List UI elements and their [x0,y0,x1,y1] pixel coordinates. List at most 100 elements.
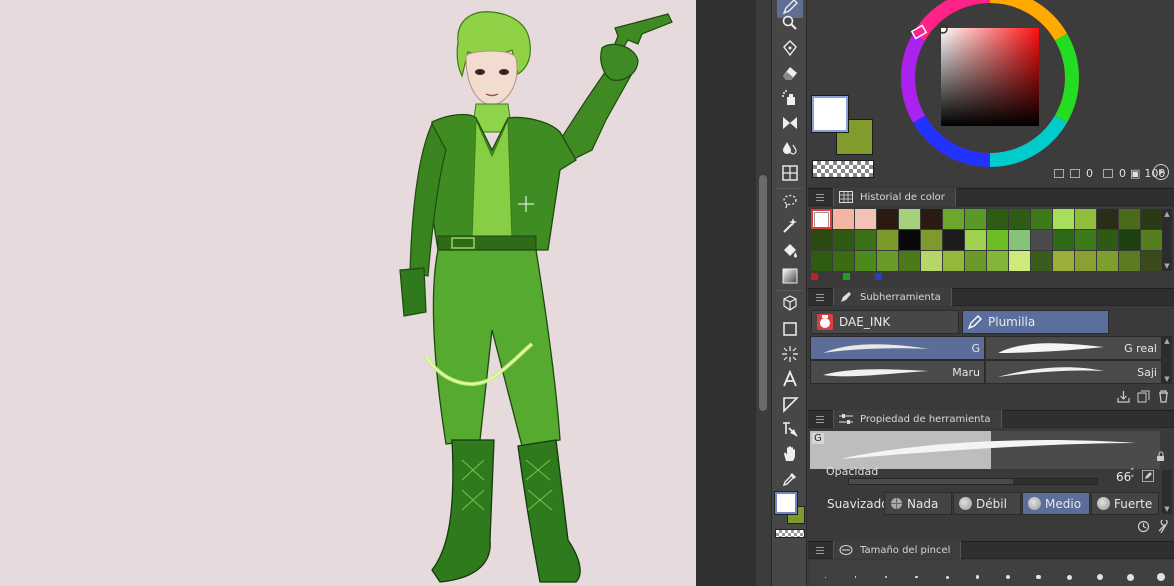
color-history-swatch[interactable] [1075,209,1096,229]
color-history-swatch[interactable] [1075,251,1096,271]
gradient-tool-button[interactable] [777,265,803,287]
color-history-swatch[interactable] [987,209,1008,229]
main-color-mini-swatch[interactable] [775,492,797,514]
smoothing-option-medio[interactable]: Medio [1022,492,1090,515]
3d-object-tool-button[interactable] [777,292,803,314]
color-history-swatch[interactable] [811,251,832,271]
color-history-swatch[interactable] [833,209,854,229]
color-history-swatch[interactable] [899,251,920,271]
delete-subtool-button[interactable] [1156,389,1170,403]
text-tool-button[interactable] [777,368,803,390]
color-history-swatch[interactable] [877,230,898,250]
frame-tool-button[interactable] [777,162,803,184]
brush-size-header[interactable]: Tamaño del pincel [808,541,1174,559]
opacity-settings-button[interactable] [1142,470,1154,482]
panel-menu-icon[interactable] [816,193,824,201]
color-history-swatch[interactable] [987,251,1008,271]
color-history-swatch[interactable] [1119,251,1140,271]
brush-saji[interactable]: Saji [985,360,1162,384]
color-wheel[interactable] [900,0,1090,168]
eraser-tool-button[interactable] [777,62,803,84]
color-history-swatch[interactable] [1053,230,1074,250]
brush-size-preset[interactable] [1024,560,1054,586]
brush-size-preset[interactable] [1085,560,1115,586]
property-settings-button[interactable] [1156,519,1170,533]
lock-button[interactable] [1154,449,1168,463]
tool-property-header[interactable]: Propiedad de herramienta [808,410,1174,428]
brush-size-preset[interactable] [932,560,962,586]
smoothing-option-debil[interactable]: Débil [953,492,1021,515]
brush-maru[interactable]: Maru [810,360,985,384]
color-history-swatch[interactable] [877,209,898,229]
color-history-swatch[interactable] [811,230,832,250]
color-history-swatch[interactable] [1009,251,1030,271]
panel-menu-icon[interactable] [816,546,824,554]
color-history-swatch[interactable] [1141,230,1162,250]
scroll-up-icon[interactable]: ▲ [1162,209,1172,219]
color-history-swatch[interactable] [1097,209,1118,229]
color-history-swatch[interactable] [855,251,876,271]
color-history-swatch[interactable] [987,230,1008,250]
opacity-value[interactable]: 66 [1116,470,1131,484]
color-history-swatch[interactable] [1097,251,1118,271]
brush-size-preset[interactable] [1146,560,1174,586]
hand-tool-button[interactable] [777,443,803,465]
canvas-vertical-scrollbar[interactable] [757,0,769,586]
color-history-swatch[interactable] [877,251,898,271]
color-history-swatch[interactable] [921,230,942,250]
zoom-tool-button[interactable] [777,12,803,34]
blend-tool-button[interactable] [777,137,803,159]
color-history-swatch[interactable] [833,251,854,271]
scroll-down-icon[interactable]: ▼ [1162,504,1172,514]
subtool-scrollbar[interactable]: ▲ ▼ [1162,336,1172,384]
opacity-stepper-icon[interactable]: ˄ ˅ [1130,469,1135,485]
color-history-swatch[interactable] [855,230,876,250]
brush-size-tab[interactable]: Tamaño del pincel [833,541,962,559]
color-history-swatch[interactable] [1119,230,1140,250]
property-scrollbar[interactable]: ▼ [1162,470,1172,514]
decoration-tool-button[interactable] [777,112,803,134]
color-history-header[interactable]: Historial de color [808,188,1174,206]
balloon-tool-button[interactable] [777,393,803,415]
brush-size-preset[interactable] [841,560,871,586]
reset-property-button[interactable] [1136,519,1150,533]
transparent-color-mini-swatch[interactable] [775,529,805,538]
panel-menu-icon[interactable] [816,415,824,423]
color-history-swatch[interactable] [921,209,942,229]
ruler-tool-button[interactable] [777,343,803,365]
color-history-swatch[interactable] [965,251,986,271]
color-history-swatch[interactable] [1031,209,1052,229]
color-history-swatch[interactable] [1031,251,1052,271]
brush-size-preset[interactable] [1115,560,1145,586]
brush-size-preset[interactable] [1054,560,1084,586]
color-history-swatch[interactable] [855,209,876,229]
brush-size-preset[interactable] [963,560,993,586]
color-history-swatch[interactable] [1097,230,1118,250]
import-subtool-button[interactable] [1116,389,1130,403]
color-history-swatch[interactable] [1053,251,1074,271]
color-history-swatch[interactable] [943,251,964,271]
opacity-slider[interactable] [848,478,1098,485]
tool-property-tab[interactable]: Propiedad de herramienta [833,410,1002,428]
scroll-down-icon[interactable]: ▼ [1162,261,1172,271]
color-history-swatch[interactable] [1031,230,1052,250]
color-history-swatch[interactable] [965,209,986,229]
brush-size-preset[interactable] [871,560,901,586]
brush-size-preset[interactable] [993,560,1023,586]
scroll-down-icon[interactable]: ▼ [1162,374,1172,384]
color-history-swatch[interactable] [1141,251,1162,271]
smoothing-option-nada[interactable]: Nada [884,492,952,515]
history-scrollbar[interactable]: ▲ ▼ [1162,209,1172,271]
fill-tool-button[interactable] [777,240,803,262]
wheel-mode-button[interactable] [1153,164,1169,180]
correct-line-tool-button[interactable] [777,418,803,440]
color-history-swatch[interactable] [1009,230,1030,250]
figure-tool-button[interactable] [777,318,803,340]
scrollbar-thumb[interactable] [759,175,767,411]
color-history-swatch[interactable] [943,230,964,250]
color-history-swatch[interactable] [833,230,854,250]
color-history-swatch[interactable] [899,209,920,229]
color-history-swatch[interactable] [899,230,920,250]
airbrush-tool-button[interactable] [777,87,803,109]
subtool-header[interactable]: Subherramienta [808,288,1174,306]
